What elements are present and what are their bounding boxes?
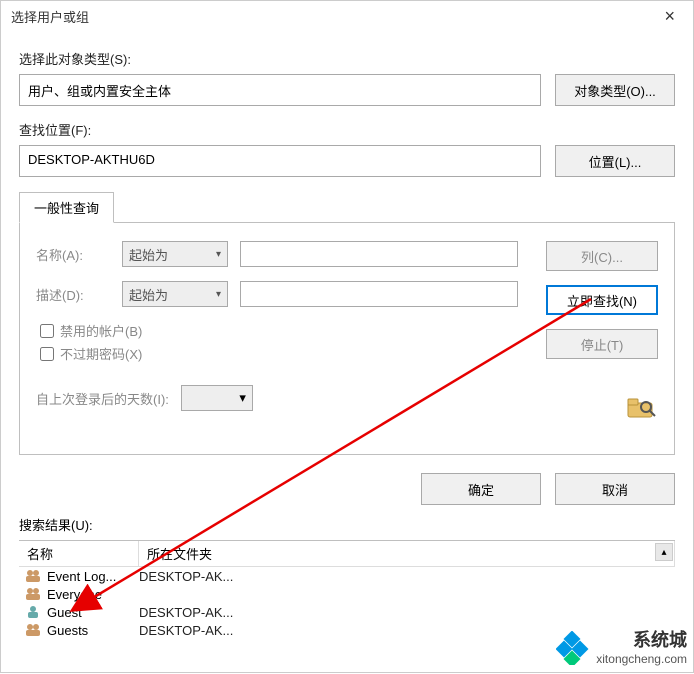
name-match-combo[interactable]: 起始为 ▾: [122, 241, 228, 267]
non-expiring-pwd-checkbox[interactable]: [40, 347, 54, 361]
chevron-down-icon: ▾: [239, 390, 246, 406]
ok-button[interactable]: 确定: [421, 473, 541, 505]
object-types-button[interactable]: 对象类型(O)...: [555, 74, 675, 106]
watermark-brand: 系统城: [596, 630, 687, 652]
scroll-up-button[interactable]: ▴: [655, 543, 673, 561]
find-now-button[interactable]: 立即查找(N): [546, 285, 658, 315]
object-type-label: 选择此对象类型(S):: [19, 49, 675, 68]
disabled-accounts-label: 禁用的帐户(B): [60, 321, 142, 340]
desc-label: 描述(D):: [36, 285, 110, 304]
table-row[interactable]: Everyone: [19, 585, 675, 603]
disabled-accounts-checkbox[interactable]: [40, 324, 54, 338]
result-location: DESKTOP-AK...: [139, 623, 233, 638]
tab-common-queries[interactable]: 一般性查询: [19, 192, 114, 223]
result-location: DESKTOP-AK...: [139, 569, 233, 584]
desc-input[interactable]: [240, 281, 518, 307]
desc-match-combo[interactable]: 起始为 ▾: [122, 281, 228, 307]
watermark-logo-icon: [556, 631, 590, 665]
cancel-button[interactable]: 取消: [555, 473, 675, 505]
combo-value: 起始为: [129, 285, 168, 304]
name-input[interactable]: [240, 241, 518, 267]
chevron-up-icon: ▴: [661, 547, 666, 558]
dialog-title: 选择用户或组: [11, 7, 89, 26]
days-since-logon-label: 自上次登录后的天数(I):: [36, 389, 169, 408]
column-folder[interactable]: 所在文件夹: [139, 541, 675, 566]
group-icon: [25, 622, 43, 638]
result-name: Guest: [47, 605, 139, 620]
group-icon: [25, 568, 43, 584]
object-type-field: 用户、组或内置安全主体: [19, 74, 541, 106]
location-label: 查找位置(F):: [19, 120, 675, 139]
result-name: Event Log...: [47, 569, 139, 584]
table-row[interactable]: Guest DESKTOP-AK...: [19, 603, 675, 621]
search-folder-icon: [622, 393, 658, 421]
locations-button[interactable]: 位置(L)...: [555, 145, 675, 177]
result-name: Everyone: [47, 587, 139, 602]
watermark-url: xitongcheng.com: [596, 652, 687, 666]
non-expiring-pwd-label: 不过期密码(X): [60, 344, 142, 363]
result-location: DESKTOP-AK...: [139, 605, 233, 620]
group-icon: [25, 586, 43, 602]
user-icon: [25, 604, 43, 620]
close-icon[interactable]: ×: [656, 6, 683, 27]
table-row[interactable]: Event Log... DESKTOP-AK...: [19, 567, 675, 585]
chevron-down-icon: ▾: [216, 249, 221, 260]
chevron-down-icon: ▾: [216, 289, 221, 300]
result-name: Guests: [47, 623, 139, 638]
combo-value: 起始为: [129, 245, 168, 264]
columns-button[interactable]: 列(C)...: [546, 241, 658, 271]
search-results-label: 搜索结果(U):: [19, 515, 675, 534]
watermark: 系统城 xitongcheng.com: [556, 630, 687, 666]
location-field: DESKTOP-AKTHU6D: [19, 145, 541, 177]
days-combo[interactable]: ▾: [181, 385, 253, 411]
column-name[interactable]: 名称: [19, 541, 139, 566]
name-label: 名称(A):: [36, 245, 110, 264]
stop-button[interactable]: 停止(T): [546, 329, 658, 359]
